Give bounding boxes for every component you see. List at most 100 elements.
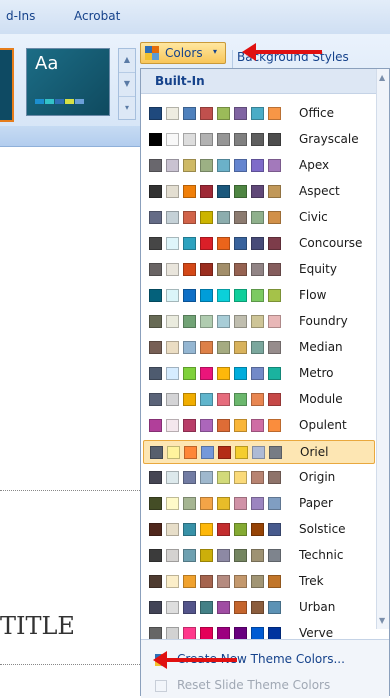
reset-slide-theme-colors-item[interactable]: Reset Slide Theme Colors (177, 678, 330, 692)
menu-footer: Create New Theme Colors... Reset Slide T… (141, 639, 389, 698)
color-swatch (149, 315, 162, 328)
color-swatch (200, 549, 213, 562)
color-swatch (166, 315, 179, 328)
color-swatch (217, 497, 230, 510)
color-swatch (217, 367, 230, 380)
colors-icon (145, 46, 159, 60)
color-swatch (268, 367, 281, 380)
color-scheme-name: Equity (299, 262, 337, 276)
reset-theme-colors-icon (155, 680, 167, 692)
theme-thumbnail[interactable]: Aa (26, 48, 110, 116)
color-swatch (149, 237, 162, 250)
colors-button-label: Colors (165, 46, 203, 60)
color-swatch (149, 523, 162, 536)
scroll-up-icon[interactable]: ▲ (379, 73, 385, 82)
tab-acrobat[interactable]: Acrobat (74, 9, 120, 23)
color-scheme-item[interactable]: Module (143, 388, 375, 412)
tab-add-ins[interactable]: d-Ins (6, 9, 35, 23)
color-swatch (217, 237, 230, 250)
colors-button[interactable]: Colors ▾ (140, 42, 226, 64)
color-swatch (268, 211, 281, 224)
color-scheme-item[interactable]: Paper (143, 492, 375, 516)
color-scheme-item[interactable]: Concourse (143, 232, 375, 256)
color-scheme-name: Verve (299, 626, 334, 640)
menu-scrollbar[interactable]: ▲ ▼ (376, 69, 389, 629)
color-swatch (234, 497, 247, 510)
color-scheme-item[interactable]: Office (143, 102, 375, 126)
gallery-more-icon[interactable]: ▾ (119, 97, 135, 120)
color-swatch (200, 341, 213, 354)
gallery-down-icon[interactable]: ▼ (119, 73, 135, 97)
color-scheme-item[interactable]: Civic (143, 206, 375, 230)
gallery-up-icon[interactable]: ▲ (119, 49, 135, 73)
color-swatch (217, 133, 230, 146)
color-scheme-item[interactable]: Apex (143, 154, 375, 178)
color-scheme-name: Civic (299, 210, 328, 224)
color-swatch (251, 549, 264, 562)
color-swatch (234, 419, 247, 432)
color-swatch (234, 133, 247, 146)
color-swatch (268, 549, 281, 562)
color-swatch (200, 263, 213, 276)
color-scheme-item[interactable]: Technic (143, 544, 375, 568)
color-swatch (149, 107, 162, 120)
color-swatch (217, 263, 230, 276)
color-swatch (268, 237, 281, 250)
color-swatch (252, 446, 265, 459)
color-scheme-item[interactable]: Equity (143, 258, 375, 282)
built-in-heading: Built-In (155, 74, 205, 88)
theme-thumbnail-colors (35, 93, 85, 107)
color-swatch (251, 497, 264, 510)
color-swatch (183, 575, 196, 588)
color-swatch (268, 315, 281, 328)
color-swatch (234, 341, 247, 354)
color-scheme-item[interactable]: Urban (143, 596, 375, 620)
color-scheme-item[interactable]: Oriel (143, 440, 375, 464)
color-scheme-item[interactable]: Median (143, 336, 375, 360)
color-swatch (251, 315, 264, 328)
color-scheme-item[interactable]: Aspect (143, 180, 375, 204)
color-swatch (183, 523, 196, 536)
color-swatch (217, 159, 230, 172)
color-swatch (217, 315, 230, 328)
color-swatch (268, 575, 281, 588)
color-swatch (218, 446, 231, 459)
color-swatch (149, 211, 162, 224)
color-swatch (200, 601, 213, 614)
color-swatch (200, 575, 213, 588)
color-scheme-name: Apex (299, 158, 330, 172)
color-swatch (183, 497, 196, 510)
color-scheme-item[interactable]: Foundry (143, 310, 375, 334)
color-swatch (166, 497, 179, 510)
color-scheme-item[interactable]: Opulent (143, 414, 375, 438)
color-scheme-name: Median (299, 340, 343, 354)
color-swatch (234, 159, 247, 172)
color-swatch (268, 289, 281, 302)
color-swatch (217, 289, 230, 302)
color-swatch (166, 133, 179, 146)
theme-gallery-scroll[interactable]: ▲ ▼ ▾ (118, 48, 136, 120)
menu-section-header: Built-In (141, 69, 377, 94)
color-scheme-item[interactable]: Flow (143, 284, 375, 308)
color-swatch (217, 601, 230, 614)
color-swatch (251, 237, 264, 250)
color-swatch (251, 289, 264, 302)
color-scheme-name: Origin (299, 470, 336, 484)
color-swatch (234, 575, 247, 588)
color-swatch (166, 575, 179, 588)
color-scheme-item[interactable]: Grayscale (143, 128, 375, 152)
color-scheme-item[interactable]: Trek (143, 570, 375, 594)
color-swatch (269, 446, 282, 459)
scroll-down-icon[interactable]: ▼ (379, 616, 385, 625)
color-swatch (149, 497, 162, 510)
theme-thumbnail-previous[interactable] (0, 48, 14, 122)
color-scheme-item[interactable]: Metro (143, 362, 375, 386)
color-swatch (234, 211, 247, 224)
color-swatch (217, 185, 230, 198)
color-scheme-item[interactable]: Origin (143, 466, 375, 490)
color-scheme-item[interactable]: Solstice (143, 518, 375, 542)
color-swatch (251, 107, 264, 120)
color-scheme-name: Opulent (299, 418, 347, 432)
color-scheme-name: Urban (299, 600, 336, 614)
color-scheme-name: Paper (299, 496, 333, 510)
